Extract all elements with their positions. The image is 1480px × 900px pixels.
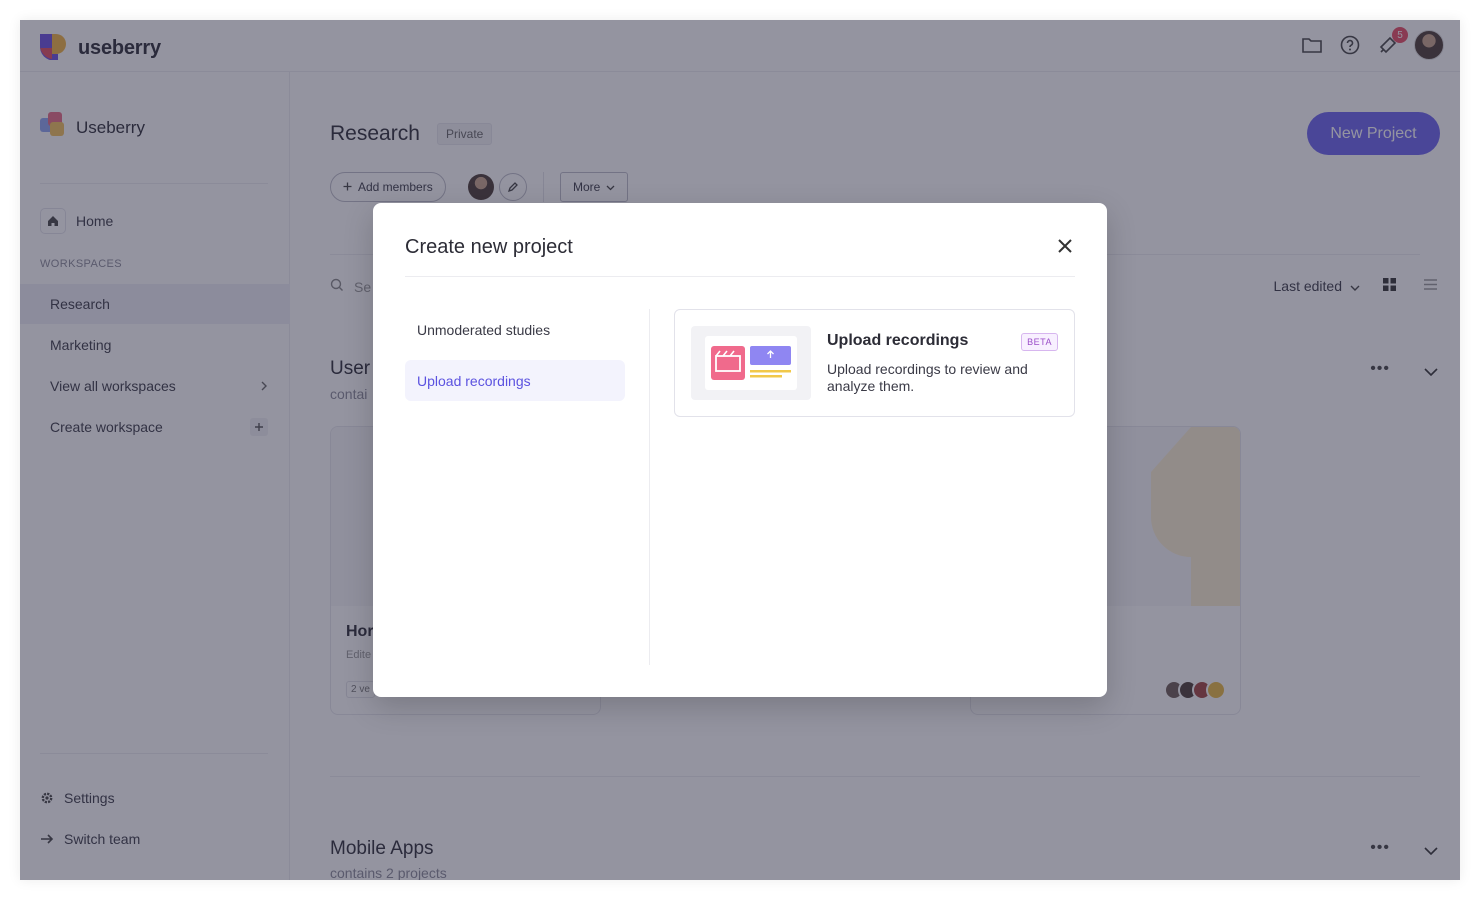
close-icon <box>1058 238 1072 256</box>
modal-divider <box>405 276 1075 277</box>
create-project-modal: Create new project Unmoderated studies U… <box>373 203 1107 697</box>
tab-unmoderated-studies[interactable]: Unmoderated studies <box>405 309 625 350</box>
modal-title: Create new project <box>405 236 573 258</box>
beta-badge: BETA <box>1021 333 1058 351</box>
upload-recordings-option[interactable]: Upload recordings BETA Upload recordings… <box>674 309 1075 417</box>
upload-recordings-illustration <box>691 326 811 400</box>
app-window: useberry 5 Useb <box>20 20 1460 880</box>
modal-column-divider <box>649 309 650 665</box>
option-title: Upload recordings <box>827 332 969 349</box>
option-description: Upload recordings to review and analyze … <box>827 361 1028 394</box>
close-button[interactable] <box>1055 237 1075 257</box>
tab-upload-recordings[interactable]: Upload recordings <box>405 360 625 401</box>
